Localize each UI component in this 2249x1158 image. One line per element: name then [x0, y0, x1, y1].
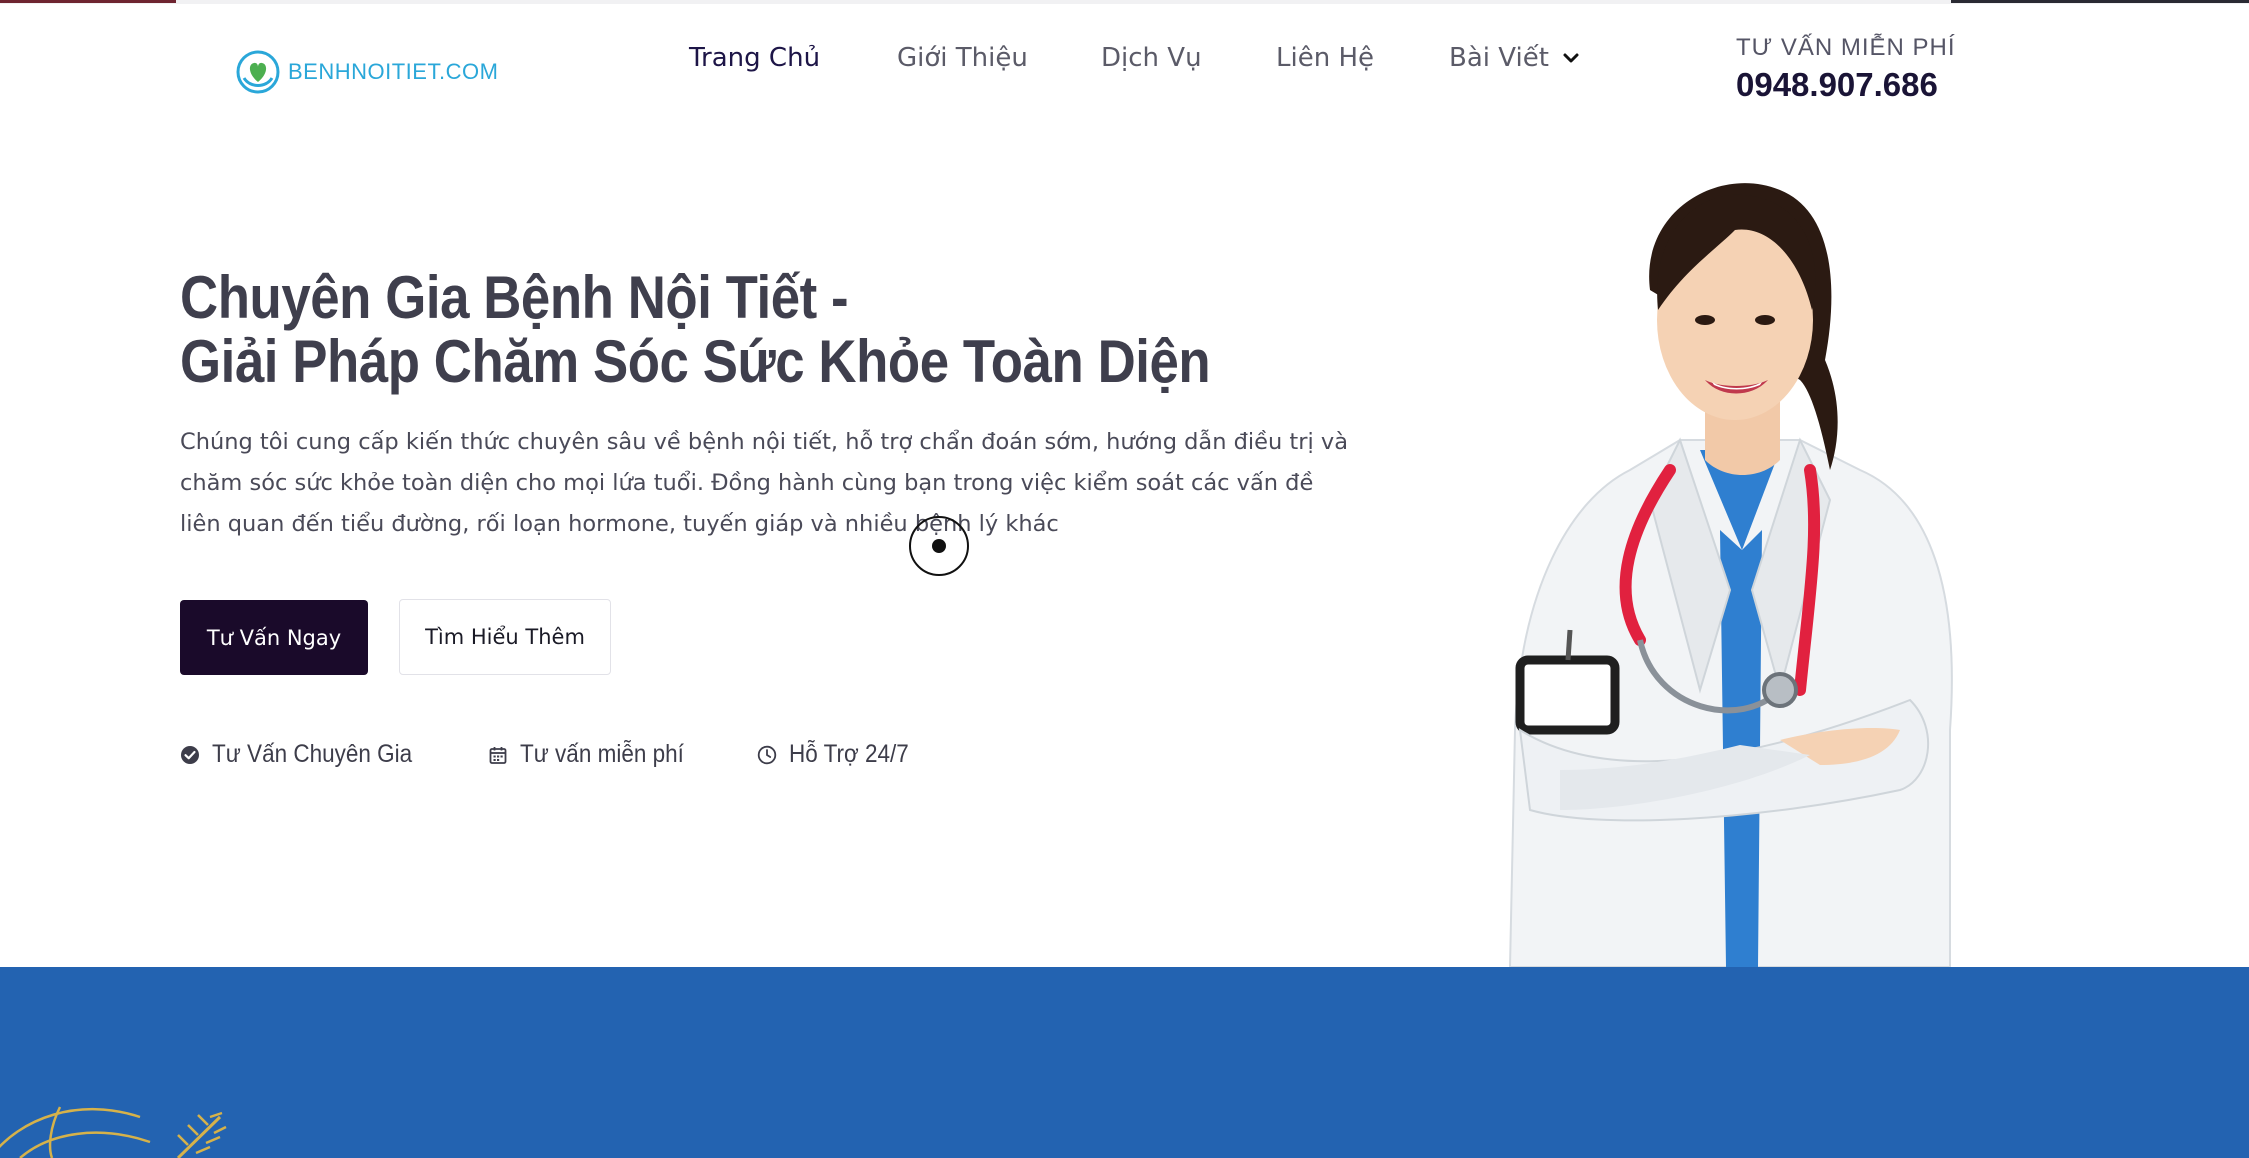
services-section-band: [0, 967, 2249, 1158]
feature-label: Tư Vấn Chuyên Gia: [212, 740, 413, 768]
consult-now-button[interactable]: Tư Vấn Ngay: [180, 600, 368, 675]
calendar-icon: [490, 746, 507, 764]
feature-item-expert: Tư Vấn Chuyên Gia: [180, 740, 434, 769]
clock-icon: [757, 745, 776, 764]
nav-bai-viet[interactable]: Bài Viết: [1449, 43, 1549, 73]
decorative-globe-icon: [0, 1106, 227, 1158]
hero-title: Chuyên Gia Bệnh Nội Tiết - Giải Pháp Chă…: [180, 264, 1211, 395]
feature-item-support: Hỗ Trợ 24/7: [757, 740, 922, 769]
feature-label: Hỗ Trợ 24/7: [788, 740, 909, 768]
site-logo[interactable]: BENHNOITIET.COM: [234, 48, 498, 96]
hero-title-line-1: Chuyên Gia Bệnh Nội Tiết -: [180, 264, 849, 331]
top-border: [0, 0, 2249, 4]
nav-gioi-thieu[interactable]: Giới Thiệu: [897, 43, 1028, 73]
feature-item-free: Tư vấn miễn phí: [488, 740, 702, 769]
doctor-image: [1508, 183, 1953, 967]
cursor-dot: [932, 539, 946, 553]
nav-bai-viet-dropdown[interactable]: Bài Viết: [1449, 38, 1581, 78]
logo-heart-icon: [236, 50, 280, 94]
nav-lien-he[interactable]: Liên Hệ: [1276, 43, 1374, 73]
chevron-down-icon[interactable]: [1561, 48, 1581, 68]
hero-title-line-2: Giải Pháp Chăm Sóc Sức Khỏe Toàn Diện: [180, 328, 1211, 395]
logo-text: BENHNOITIET.COM: [288, 59, 499, 84]
check-circle-icon: [181, 745, 199, 764]
hotline-label: TƯ VẤN MIỄN PHÍ: [1736, 34, 1956, 61]
nav-trang-chu[interactable]: Trang Chủ: [689, 43, 820, 73]
feature-list: Tư Vấn Chuyên Gia Tư vấn miễn phí Hỗ Trợ…: [180, 740, 976, 769]
hotline-number[interactable]: 0948.907.686: [1736, 66, 1938, 104]
hero-description: Chúng tôi cung cấp kiến thức chuyên sâu …: [180, 429, 1348, 537]
feature-label: Tư vấn miễn phí: [520, 740, 685, 768]
nav-dich-vu[interactable]: Dịch Vụ: [1101, 43, 1202, 73]
learn-more-button[interactable]: Tìm Hiểu Thêm: [399, 599, 611, 675]
